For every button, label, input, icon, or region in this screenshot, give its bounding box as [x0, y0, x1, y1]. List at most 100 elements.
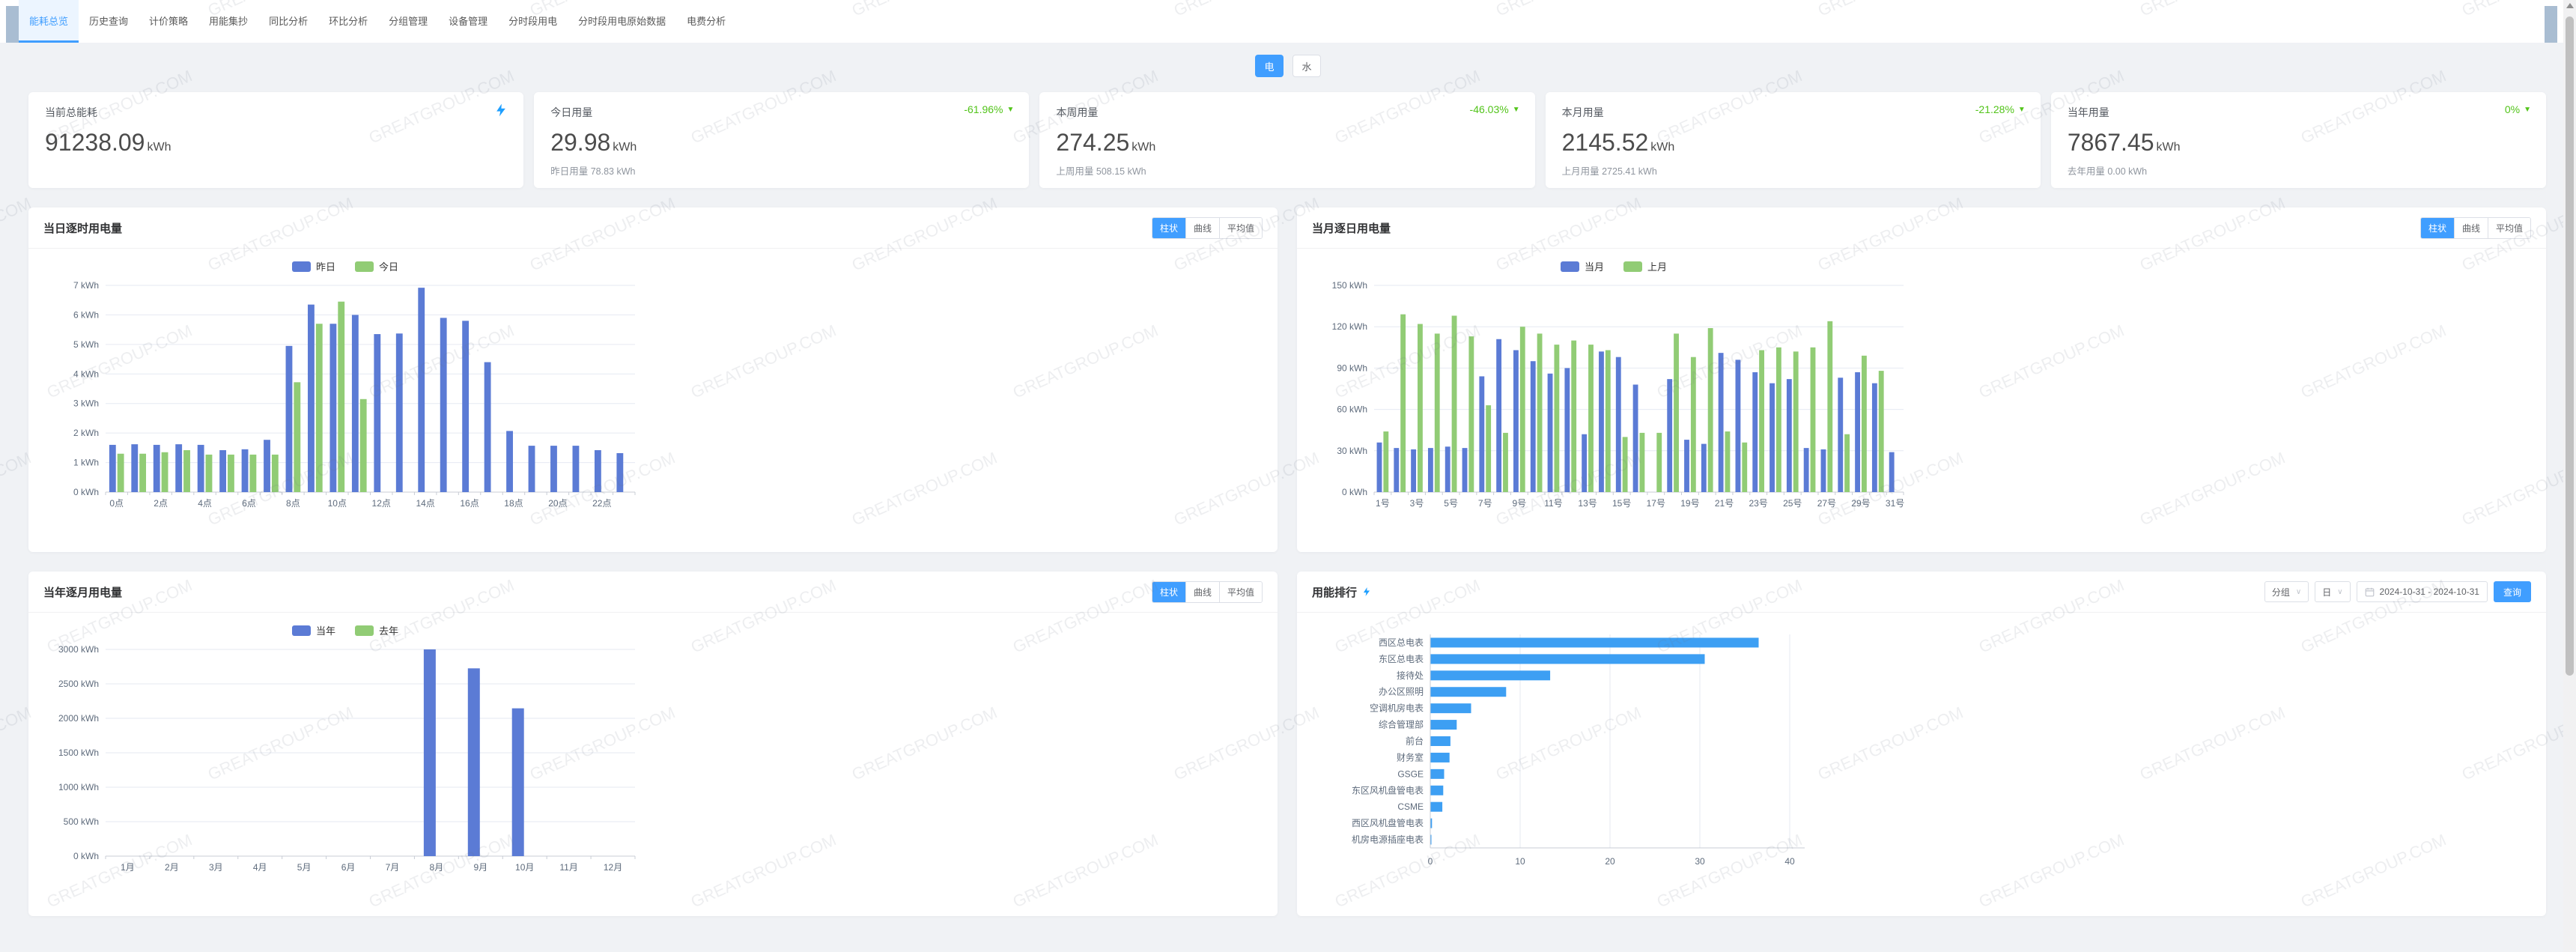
svg-text:7号: 7号: [1478, 498, 1492, 509]
svg-text:财务室: 财务室: [1397, 751, 1424, 762]
average-mode-button[interactable]: 平均值: [2488, 218, 2530, 238]
svg-text:1号: 1号: [1376, 498, 1390, 509]
top-tab-bar: 能耗总览历史查询计价策略用能集抄同比分析环比分析分组管理设备管理分时段用电分时段…: [0, 0, 2576, 43]
lightning-icon: [493, 103, 508, 118]
scroll-up-arrow-icon[interactable]: [2566, 3, 2574, 8]
tab-group-management[interactable]: 分组管理: [378, 0, 438, 43]
svg-text:1000 kWh: 1000 kWh: [58, 782, 99, 792]
chart-mode-switch: 柱状 曲线 平均值: [1152, 217, 1263, 239]
kpi-subtext: 昨日用量 78.83 kWh: [550, 163, 635, 178]
legend-item[interactable]: 当月: [1561, 259, 1604, 273]
kpi-delta-badge: -61.96%▼: [964, 103, 1014, 115]
svg-text:500 kWh: 500 kWh: [64, 816, 99, 827]
svg-text:7 kWh: 7 kWh: [73, 280, 99, 291]
tab-meter-reading[interactable]: 用能集抄: [198, 0, 258, 43]
panel-title: 当日逐时用电量: [43, 220, 122, 236]
kpi-card-year-usage: 当年用量 7867.45 kWh 0%▼ 去年用量 0.00 kWh: [2051, 92, 2546, 188]
line-mode-button[interactable]: 曲线: [2454, 218, 2488, 238]
svg-text:3000 kWh: 3000 kWh: [58, 644, 99, 655]
down-triangle-icon: ▼: [2524, 106, 2531, 114]
tab-pricing-strategy[interactable]: 计价策略: [139, 0, 198, 43]
svg-text:办公区照明: 办公区照明: [1379, 686, 1424, 697]
kpi-delta-badge: 0%▼: [2505, 103, 2531, 115]
svg-text:14点: 14点: [416, 498, 434, 509]
bar-mode-button[interactable]: 柱状: [2421, 218, 2454, 238]
group-select[interactable]: 分组 ∨: [2264, 581, 2309, 602]
legend-item[interactable]: 昨日: [292, 259, 335, 273]
svg-text:空调机房电表: 空调机房电表: [1370, 703, 1424, 714]
down-triangle-icon: ▼: [1007, 106, 1015, 114]
kpi-card-week-usage: 本周用量 274.25 kWh -46.03%▼ 上周用量 508.15 kWh: [1039, 92, 1534, 188]
calendar-icon: [2365, 587, 2375, 597]
date-range-picker[interactable]: 2024-10-31 - 2024-10-31: [2357, 581, 2488, 602]
tab-yoy-analysis[interactable]: 同比分析: [258, 0, 318, 43]
svg-text:23号: 23号: [1749, 498, 1767, 509]
hourly-usage-chart: 0 kWh1 kWh2 kWh3 kWh4 kWh5 kWh6 kWh7 kWh…: [49, 275, 1278, 532]
kpi-subtext: 去年用量 0.00 kWh: [2068, 163, 2147, 178]
tab-tou-raw-data[interactable]: 分时段用电原始数据: [568, 0, 676, 43]
period-select[interactable]: 日 ∨: [2315, 581, 2350, 602]
svg-text:3号: 3号: [1410, 498, 1424, 509]
tab-energy-overview[interactable]: 能耗总览: [19, 0, 79, 43]
svg-text:16点: 16点: [460, 498, 479, 509]
svg-text:150 kWh: 150 kWh: [1332, 280, 1367, 291]
svg-text:12月: 12月: [604, 862, 622, 873]
tab-list: 能耗总览历史查询计价策略用能集抄同比分析环比分析分组管理设备管理分时段用电分时段…: [19, 0, 736, 43]
tab-mom-analysis[interactable]: 环比分析: [318, 0, 378, 43]
water-toggle-button[interactable]: 水: [1292, 55, 1321, 77]
svg-text:0 kWh: 0 kWh: [73, 487, 99, 497]
svg-text:6月: 6月: [341, 862, 356, 873]
legend-item[interactable]: 今日: [355, 259, 398, 273]
svg-text:5号: 5号: [1444, 498, 1458, 509]
panel-title: 用能排行: [1312, 584, 1372, 600]
chart-row-2: 当年逐月用电量 柱状 曲线 平均值 当年去年 0 kWh500 kWh1000 …: [28, 571, 2546, 916]
svg-text:1月: 1月: [121, 862, 135, 873]
tab-history-query[interactable]: 历史查询: [79, 0, 139, 43]
tab-tou-usage[interactable]: 分时段用电: [498, 0, 568, 43]
svg-text:30 kWh: 30 kWh: [1337, 446, 1367, 456]
panel-monthly-usage: 当年逐月用电量 柱状 曲线 平均值 当年去年 0 kWh500 kWh1000 …: [28, 571, 1278, 916]
svg-text:0 kWh: 0 kWh: [73, 851, 99, 861]
legend-item[interactable]: 上月: [1623, 259, 1667, 273]
vertical-scrollbar[interactable]: [2563, 0, 2576, 952]
svg-text:12点: 12点: [372, 498, 391, 509]
svg-text:20: 20: [1605, 856, 1615, 867]
electric-toggle-button[interactable]: 电: [1255, 55, 1284, 77]
legend-swatch: [292, 261, 311, 272]
kpi-value: 7867.45: [2068, 129, 2154, 157]
energy-ranking-chart: 010203040西区总电表东区总电表接待处办公区照明空调机房电表综合管理部前台…: [1318, 623, 2546, 885]
line-mode-button[interactable]: 曲线: [1185, 218, 1219, 238]
average-mode-button[interactable]: 平均值: [1219, 582, 1262, 602]
legend-swatch: [292, 625, 311, 636]
kpi-unit: kWh: [2156, 141, 2180, 154]
kpi-subtext: 上周用量 508.15 kWh: [1056, 163, 1146, 178]
svg-text:30: 30: [1695, 856, 1705, 867]
tab-electricity-fee-analysis[interactable]: 电费分析: [676, 0, 736, 43]
kpi-value: 29.98: [550, 129, 610, 157]
panel-hourly-usage: 当日逐时用电量 柱状 曲线 平均值 昨日今日 0 kWh1 kWh2 kWh3 …: [28, 207, 1278, 552]
svg-text:15号: 15号: [1612, 498, 1631, 509]
average-mode-button[interactable]: 平均值: [1219, 218, 1262, 238]
legend-item[interactable]: 去年: [355, 623, 398, 637]
lightning-icon: [1361, 586, 1372, 598]
tab-device-management[interactable]: 设备管理: [438, 0, 498, 43]
svg-text:40: 40: [1784, 856, 1795, 867]
svg-text:1500 kWh: 1500 kWh: [58, 748, 99, 758]
kpi-unit: kWh: [147, 141, 171, 154]
kpi-unit: kWh: [1650, 141, 1674, 154]
scrollbar-thumb[interactable]: [2566, 16, 2574, 676]
svg-text:CSME: CSME: [1397, 801, 1424, 812]
line-mode-button[interactable]: 曲线: [1185, 582, 1219, 602]
svg-text:11月: 11月: [559, 862, 577, 873]
kpi-card-today-usage: 今日用量 29.98 kWh -61.96%▼ 昨日用量 78.83 kWh: [534, 92, 1029, 188]
bar-mode-button[interactable]: 柱状: [1152, 582, 1185, 602]
svg-text:西区总电表: 西区总电表: [1379, 637, 1424, 648]
svg-text:1 kWh: 1 kWh: [73, 458, 99, 468]
svg-text:9月: 9月: [473, 862, 487, 873]
legend-item[interactable]: 当年: [292, 623, 335, 637]
legend-swatch: [1561, 261, 1579, 272]
bar-mode-button[interactable]: 柱状: [1152, 218, 1185, 238]
query-button[interactable]: 查询: [2494, 581, 2531, 602]
chart-row-1: 当日逐时用电量 柱状 曲线 平均值 昨日今日 0 kWh1 kWh2 kWh3 …: [28, 207, 2546, 552]
svg-text:2月: 2月: [165, 862, 179, 873]
